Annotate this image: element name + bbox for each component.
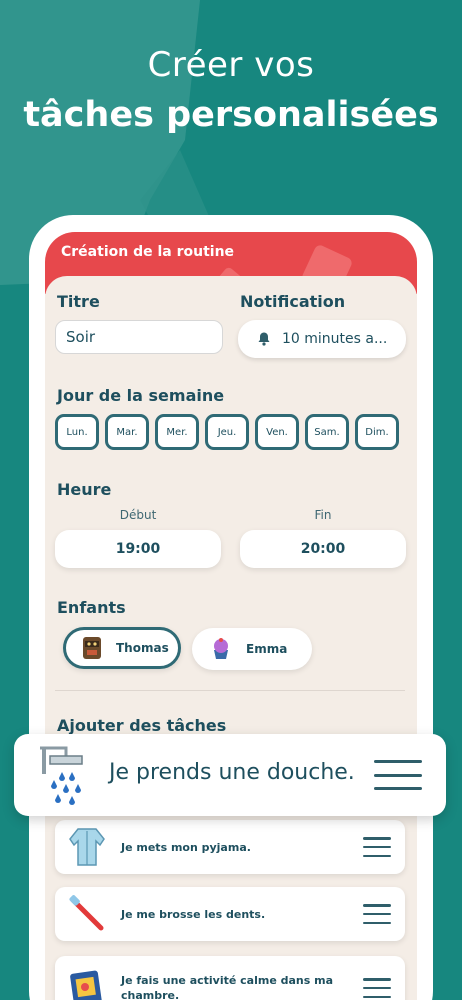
day-button-thu[interactable]: Jeu. <box>205 414 249 450</box>
task-label: Je me brosse les dents. <box>121 907 266 921</box>
drag-handle-icon[interactable] <box>363 837 391 857</box>
child-chip-thomas[interactable]: Thomas <box>63 627 181 669</box>
title-input[interactable]: Soir <box>55 320 223 354</box>
dragging-task-label: Je prends une douche. <box>109 760 355 785</box>
time-label: Heure <box>57 480 112 499</box>
hero-title-line1: Créer vos <box>147 45 315 85</box>
child-chip-emma[interactable]: Emma <box>192 628 312 670</box>
notification-label: Notification <box>240 292 346 311</box>
start-label: Début <box>119 508 157 522</box>
bell-icon <box>258 332 270 346</box>
weekday-label: Jour de la semaine <box>57 386 225 405</box>
add-tasks-label: Ajouter des tâches <box>57 716 227 735</box>
end-time-input[interactable]: 20:00 <box>240 530 406 568</box>
day-button-sun[interactable]: Dim. <box>355 414 399 450</box>
task-row[interactable]: Je fais une activité calme dans ma chamb… <box>55 956 405 1000</box>
weekday-selector: Lun. Mar. Mer. Jeu. Ven. Sam. Dim. <box>55 414 399 450</box>
children-label: Enfants <box>57 598 126 617</box>
drag-handle-icon[interactable] <box>363 978 391 998</box>
screen-title: Création de la routine <box>61 244 235 260</box>
day-button-tue[interactable]: Mar. <box>105 414 149 450</box>
hero-title: Créer vos tâches personalisées <box>0 40 462 140</box>
title-label: Titre <box>57 292 100 311</box>
day-button-fri[interactable]: Ven. <box>255 414 299 450</box>
end-label: Fin <box>314 508 332 522</box>
task-label: Je fais une activité calme dans ma chamb… <box>121 974 334 1000</box>
day-button-wed[interactable]: Mer. <box>155 414 199 450</box>
dragging-task-card[interactable]: Je prends une douche. <box>14 734 446 816</box>
notification-value: 10 minutes a... <box>282 331 388 347</box>
drag-handle-icon[interactable] <box>363 904 391 924</box>
day-button-mon[interactable]: Lun. <box>55 414 99 450</box>
shower-icon <box>40 746 83 805</box>
hero-title-line2: tâches personalisées <box>23 95 439 135</box>
book-icon <box>65 966 109 1000</box>
mask-avatar-icon <box>83 637 101 659</box>
routine-screen: Création de la routine Titre Soir Notifi… <box>45 232 417 1000</box>
task-label: Je mets mon pyjama. <box>121 840 251 854</box>
day-button-sat[interactable]: Sam. <box>305 414 349 450</box>
start-time-input[interactable]: 19:00 <box>55 530 221 568</box>
routine-form: Titre Soir Notification 10 minutes a... … <box>45 276 417 1000</box>
cupcake-avatar-icon <box>214 638 228 659</box>
task-row[interactable]: Je me brosse les dents. <box>55 887 405 941</box>
toothbrush-icon <box>65 892 109 936</box>
child-name: Emma <box>246 642 288 656</box>
notification-select[interactable]: 10 minutes a... <box>238 320 406 358</box>
child-name: Thomas <box>116 641 169 655</box>
section-divider <box>55 690 405 691</box>
pajamas-icon <box>65 825 109 869</box>
task-row[interactable]: Je mets mon pyjama. <box>55 820 405 874</box>
drag-handle-icon[interactable] <box>374 760 422 790</box>
